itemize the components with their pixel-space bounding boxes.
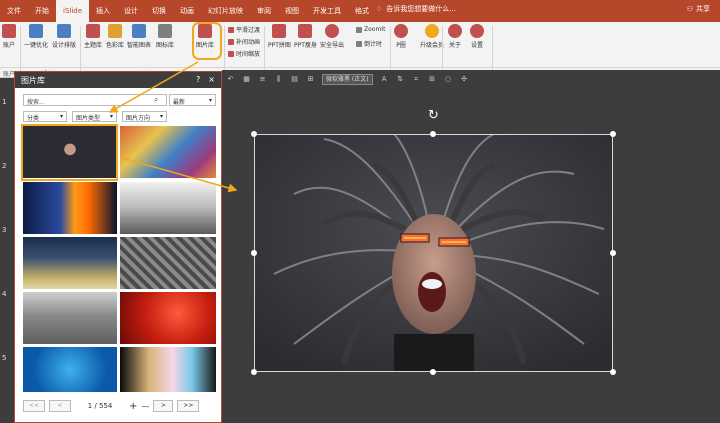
arrow-to-slide: [121, 157, 238, 193]
arrow-to-panel: [108, 61, 199, 113]
annotation-arrows: [108, 61, 238, 193]
